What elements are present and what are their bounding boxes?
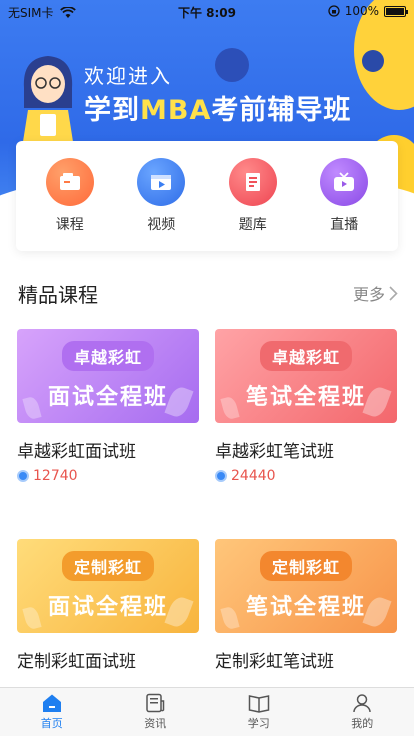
- banner-title-pre: 学到: [84, 95, 140, 126]
- quick-menu: 课程 视频 题库 直播: [16, 141, 398, 251]
- quick-menu-video[interactable]: 视频: [126, 158, 196, 234]
- tab-label: 学习: [247, 717, 270, 730]
- course-meta: 12740: [17, 468, 199, 484]
- course-count: 12740: [33, 468, 78, 484]
- tab-bar: 首页 资讯 学习 我的: [0, 687, 414, 736]
- decoration-ball: [362, 50, 384, 72]
- course-banner-title: 笔试全程班: [245, 385, 366, 410]
- profile-icon: [353, 694, 371, 713]
- news-icon: [146, 693, 165, 713]
- tab-label: 我的: [351, 717, 374, 730]
- course-name: 卓越彩虹面试班: [17, 442, 136, 462]
- battery-icon: [384, 5, 408, 17]
- course-tag: 定制彩虹: [259, 551, 352, 581]
- course-name: 卓越彩虹笔试班: [215, 442, 334, 462]
- quick-menu-label: 课程: [55, 217, 84, 233]
- course-tag: 卓越彩虹: [259, 341, 352, 371]
- course-count: 24440: [231, 468, 276, 484]
- course-tag: 卓越彩虹: [61, 341, 154, 371]
- tab-home[interactable]: 首页: [0, 688, 104, 736]
- more-label: 更多: [352, 285, 385, 304]
- course-card[interactable]: 卓越彩虹 面试全程班 卓越彩虹面试班 12740: [17, 329, 199, 484]
- course-banner-title: 面试全程班: [47, 385, 168, 410]
- leaf-decoration: [22, 395, 42, 421]
- coin-icon: [17, 470, 29, 482]
- quick-menu-live[interactable]: 直播: [309, 158, 379, 234]
- banner-title-highlight: MBA: [140, 95, 212, 126]
- status-bar: 无SIM卡 下午 8:09 100%: [0, 0, 414, 22]
- chevron-right-icon: [389, 285, 398, 301]
- course-tag: 定制彩虹: [61, 551, 154, 581]
- course-banner-title: 面试全程班: [47, 595, 168, 620]
- video-icon: [137, 158, 186, 206]
- banner-title-post: 考前辅导班: [211, 95, 352, 126]
- course-banner-title: 笔试全程班: [245, 595, 366, 620]
- course-meta: 24440: [215, 468, 397, 484]
- more-link[interactable]: 更多: [353, 281, 398, 305]
- course-thumbnail: 定制彩虹 笔试全程班: [215, 539, 397, 633]
- leaf-decoration: [362, 384, 392, 420]
- live-icon: [320, 158, 369, 206]
- leaf-decoration: [220, 395, 240, 421]
- status-right: 100%: [328, 4, 408, 18]
- course-thumbnail: 定制彩虹 面试全程班: [17, 539, 199, 633]
- course-thumbnail: 卓越彩虹 面试全程班: [17, 329, 199, 423]
- course-thumbnail: 卓越彩虹 笔试全程班: [215, 329, 397, 423]
- leaf-decoration: [362, 594, 392, 630]
- banner-title: 学到MBA考前辅导班: [84, 88, 351, 127]
- course-name: 定制彩虹面试班: [17, 652, 136, 672]
- girl-illustration: [22, 56, 74, 148]
- course-card[interactable]: 定制彩虹 面试全程班 定制彩虹面试班: [17, 539, 199, 672]
- banner-welcome-text: 欢迎进入: [84, 64, 172, 88]
- course-card[interactable]: 卓越彩虹 笔试全程班 卓越彩虹笔试班 24440: [215, 329, 397, 484]
- study-book-icon: [248, 695, 269, 713]
- quick-menu-question-bank[interactable]: 题库: [218, 158, 288, 234]
- tab-label: 首页: [40, 717, 63, 730]
- coin-icon: [215, 470, 227, 482]
- course-name: 定制彩虹笔试班: [215, 652, 334, 672]
- home-icon: [42, 694, 61, 712]
- leaf-decoration: [22, 605, 42, 631]
- question-bank-icon: [228, 158, 277, 206]
- quick-menu-label: 题库: [238, 217, 267, 233]
- course-card[interactable]: 定制彩虹 笔试全程班 定制彩虹笔试班: [215, 539, 397, 672]
- leaf-decoration: [164, 384, 194, 420]
- tab-news[interactable]: 资讯: [104, 688, 208, 736]
- quick-menu-course[interactable]: 课程: [35, 158, 105, 234]
- quick-menu-label: 直播: [330, 217, 359, 233]
- tab-profile[interactable]: 我的: [311, 688, 414, 736]
- tab-label: 资讯: [144, 717, 167, 730]
- leaf-decoration: [220, 605, 240, 631]
- orientation-lock-icon: [328, 5, 340, 17]
- quick-menu-label: 视频: [147, 217, 176, 233]
- section-title: 精品课程: [18, 283, 98, 307]
- leaf-decoration: [164, 594, 194, 630]
- tab-study[interactable]: 学习: [207, 688, 311, 736]
- course-icon: [45, 158, 94, 206]
- decoration-ball: [215, 48, 249, 82]
- battery-percent: 100%: [344, 4, 379, 18]
